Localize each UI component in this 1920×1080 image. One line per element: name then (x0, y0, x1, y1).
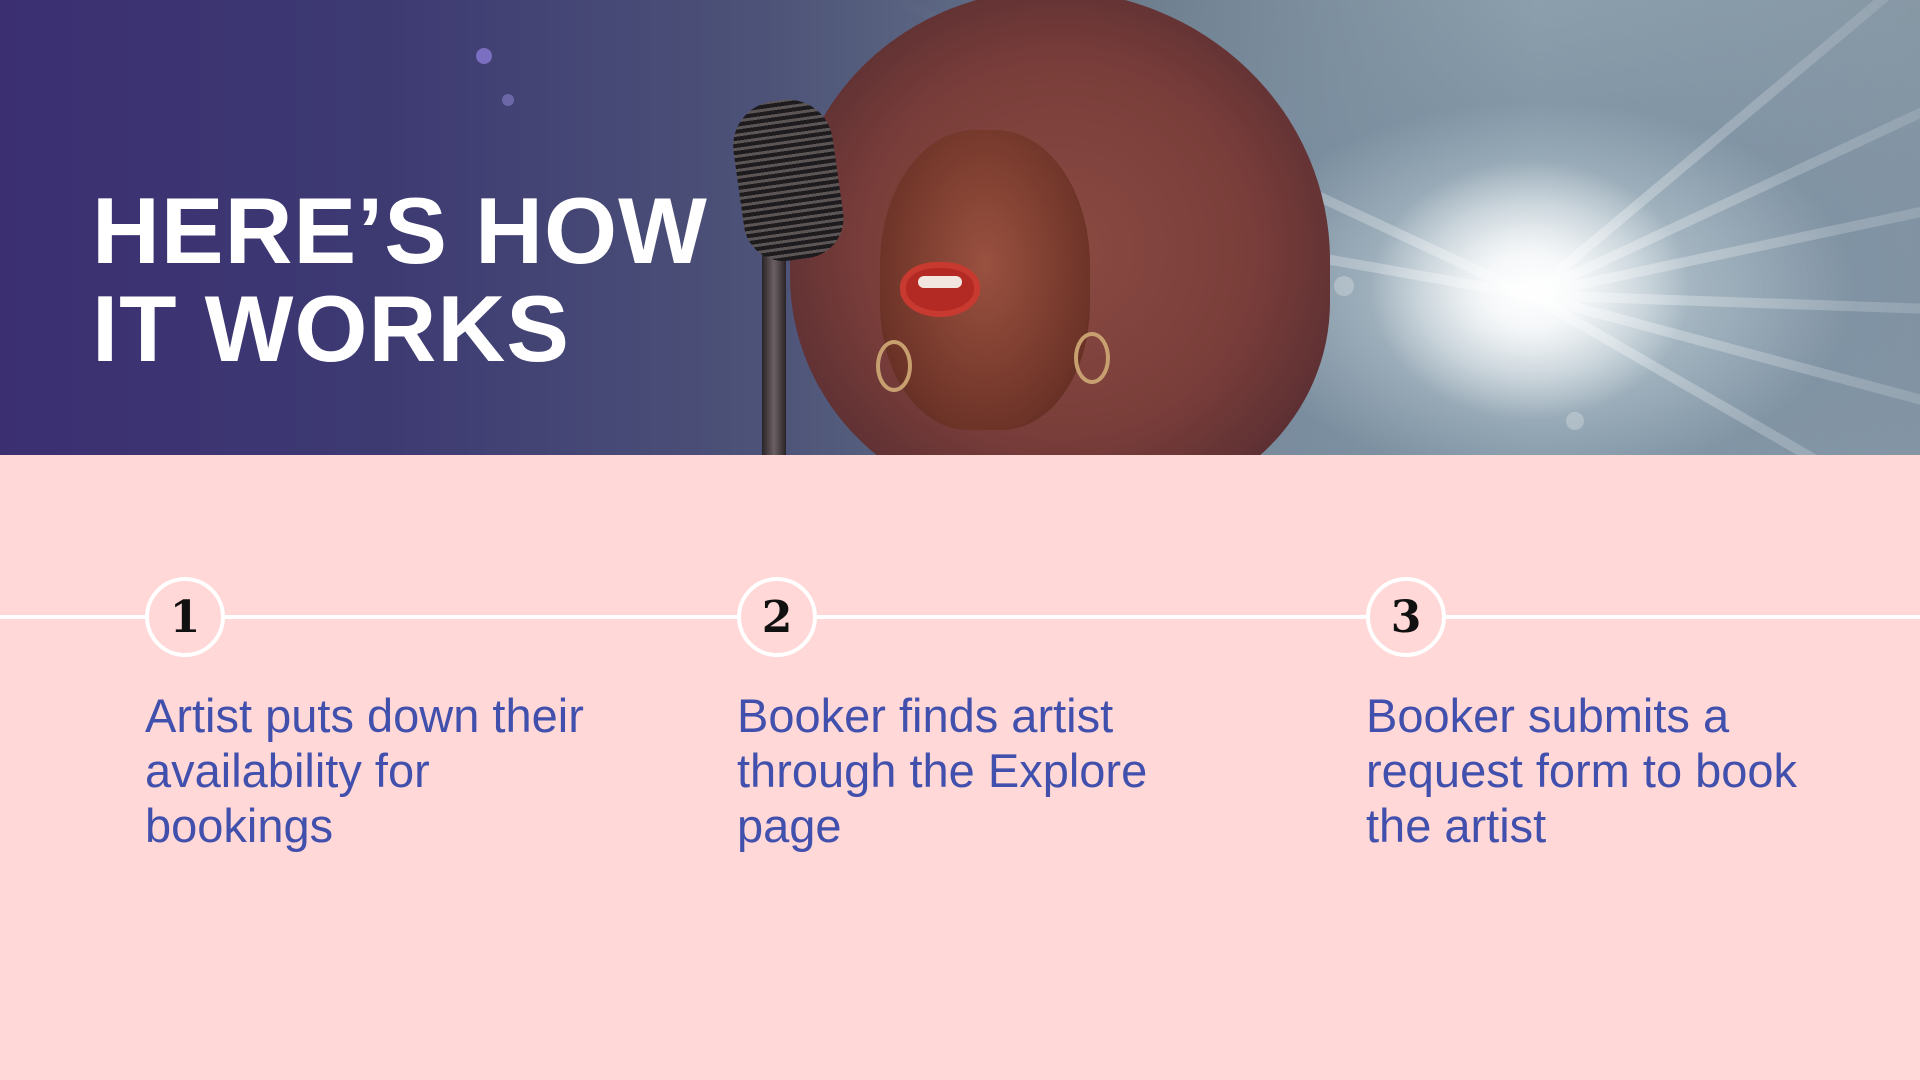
step-description: Booker submits a request form to book th… (1366, 689, 1798, 852)
bokeh-light (1566, 412, 1584, 430)
step-description: Booker finds artist through the Explore … (737, 689, 1148, 852)
timeline-line (0, 615, 1920, 619)
earring (876, 340, 912, 392)
step-number-badge: 3 (1366, 577, 1446, 657)
step-description: Artist puts down their availability for … (145, 689, 584, 852)
singer-mouth (900, 262, 980, 317)
bokeh-light (476, 48, 492, 64)
hero-banner: HERE’S HOW IT WORKS (0, 0, 1920, 455)
bokeh-light (1334, 276, 1354, 296)
earring (1074, 332, 1110, 384)
light-ray (1528, 144, 1920, 300)
step-number-badge: 1 (145, 577, 225, 657)
step-number-badge: 2 (737, 577, 817, 657)
light-ray (1528, 290, 1920, 455)
microphone-stand (762, 250, 786, 455)
page-title: HERE’S HOW IT WORKS (92, 178, 708, 381)
bokeh-light (502, 94, 514, 106)
